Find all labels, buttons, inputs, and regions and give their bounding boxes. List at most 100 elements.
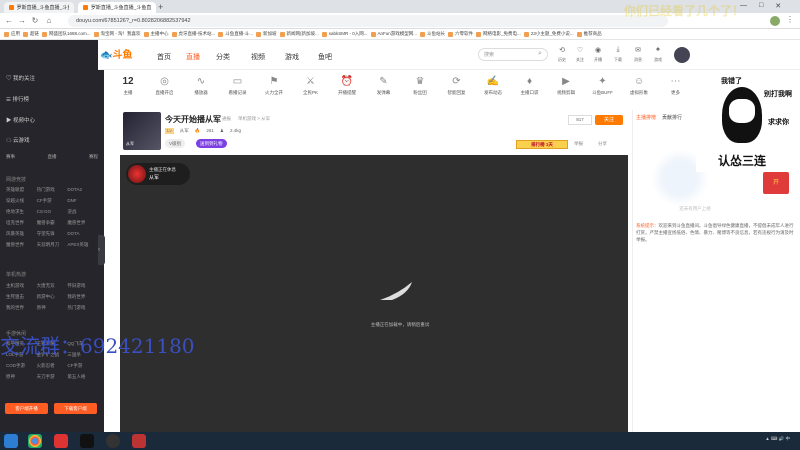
- sidebar-category-item[interactable]: 大唐无双: [37, 283, 68, 289]
- netease-music-icon[interactable]: [54, 434, 68, 448]
- bookmark-item[interactable]: 23小主题_免费小说...: [523, 31, 574, 37]
- category-tool-item[interactable]: ✎ 发弹幕: [366, 76, 402, 96]
- bookmark-item[interactable]: 网盛团队1688.com...: [42, 31, 91, 37]
- history-icon[interactable]: ⟲: [556, 46, 568, 54]
- bookmark-item[interactable]: 主播中心: [143, 31, 169, 37]
- category-tool-item[interactable]: ▶ 视频剪辑: [548, 76, 584, 96]
- bookmark-item[interactable]: 斗鱼站长: [420, 31, 445, 37]
- sidebar-category-item[interactable]: 魔兽世界: [6, 242, 37, 248]
- sidebar-category-item[interactable]: 原神: [6, 374, 37, 380]
- bookmark-item[interactable]: 推荐商品: [576, 31, 602, 37]
- sidebar-category-item[interactable]: APEX英雄: [67, 242, 98, 248]
- category-tool-item[interactable]: ♦ 主播口袋: [512, 76, 548, 96]
- bookmark-item[interactable]: 新加坡: [256, 31, 277, 37]
- reload-icon[interactable]: ↻: [30, 15, 40, 27]
- tab-anchor-rank[interactable]: 主播排榜: [636, 114, 656, 121]
- bookmark-item[interactable]: sabkSMR - 0入网...: [321, 31, 368, 37]
- bookmark-item[interactable]: AnFun游戏模型网...: [370, 31, 417, 37]
- category-tool-item[interactable]: ⏰ 开播提醒: [329, 76, 365, 96]
- tab-1[interactable]: 罗斯直播_斗鱼直播_斗鱼直播: [4, 2, 74, 13]
- sidebar-collapse-handle[interactable]: ‹: [98, 235, 105, 265]
- sidebar-category-item[interactable]: CF手游: [37, 198, 68, 204]
- sidebar-category-item[interactable]: DNF: [67, 198, 98, 204]
- forward-icon[interactable]: →: [17, 15, 27, 27]
- sidebar-category-item[interactable]: 生死狙击: [6, 294, 37, 300]
- heart-icon[interactable]: ♡: [574, 46, 586, 54]
- avatar[interactable]: [674, 47, 690, 63]
- client-live-button[interactable]: 客户端开播: [5, 403, 48, 414]
- download-client-button[interactable]: 下载客户端: [54, 403, 97, 414]
- bookmark-item[interactable]: 虎牙直播-技术站...: [171, 31, 215, 37]
- category-tool-item[interactable]: ✦ 斗鱼BUFF: [585, 76, 621, 96]
- sidebar-category-item[interactable]: 坦克世界: [6, 220, 37, 226]
- close-icon[interactable]: ✕: [775, 2, 781, 10]
- bookmark-item[interactable]: 六零软件: [448, 31, 473, 37]
- nav-yuba[interactable]: 鱼吧: [318, 52, 332, 62]
- profile-icon[interactable]: [770, 16, 780, 26]
- sidebar-category-item[interactable]: 绝地求生: [6, 209, 37, 215]
- douyu-icon[interactable]: [132, 434, 146, 448]
- sidebar-category-item[interactable]: 风暴英雄: [6, 231, 37, 237]
- red-envelope-icon[interactable]: 开: [763, 172, 789, 194]
- qq-icon[interactable]: [80, 434, 94, 448]
- nav-live[interactable]: 直播: [186, 52, 200, 62]
- sidebar-category-item[interactable]: 我的世界: [6, 305, 37, 311]
- streamer-name[interactable]: 从军: [180, 128, 189, 134]
- sidebar-category-item[interactable]: 穿越火线: [6, 198, 37, 204]
- site-logo[interactable]: 🐟斗鱼: [100, 46, 134, 64]
- sidebar-category-item[interactable]: CF手游: [67, 363, 98, 369]
- nav-category[interactable]: 分类: [216, 52, 230, 62]
- sidebar-category-item[interactable]: 天涯明月刀: [37, 242, 68, 248]
- game-icon[interactable]: ♠: [652, 46, 664, 53]
- sidebar-icon-schedule[interactable]: 赛程: [89, 154, 98, 160]
- room-category[interactable]: 单机游戏 > 从军: [238, 116, 270, 122]
- category-tool-item[interactable]: ⋯ 更多: [658, 76, 694, 96]
- sidebar-category-item[interactable]: 热门游戏: [37, 187, 68, 193]
- sidebar-category-item[interactable]: 第五人格: [67, 374, 98, 380]
- category-tool-item[interactable]: ⟳ 智能回复: [439, 76, 475, 96]
- sidebar-category-item[interactable]: 我的世界: [67, 294, 98, 300]
- sidebar-category-item[interactable]: DOTA2: [67, 187, 98, 193]
- bookmark-item[interactable]: 网络电影_免费电...: [476, 31, 521, 37]
- category-tool-item[interactable]: ∿ 播放器: [183, 76, 219, 96]
- bookmark-item[interactable]: 淘宝网 - 淘！我喜欢: [93, 31, 141, 37]
- sidebar-item-rank[interactable]: ☰ 排行榜: [6, 95, 29, 103]
- category-tool-item[interactable]: ⚑ 火力全开: [256, 76, 292, 96]
- sidebar-icon-live[interactable]: 直播: [48, 154, 57, 160]
- search-icon[interactable]: ⌕: [538, 50, 542, 58]
- new-tab-button[interactable]: +: [158, 2, 163, 12]
- sidebar-category-item[interactable]: 怀旧游戏: [67, 283, 98, 289]
- sidebar-category-item[interactable]: 主机游戏: [6, 283, 37, 289]
- sidebar-category-item[interactable]: 新游中心: [37, 294, 68, 300]
- home-icon[interactable]: ⌂: [44, 15, 54, 27]
- sidebar-category-item[interactable]: DOTA: [67, 231, 98, 237]
- tab-2[interactable]: 罗斯直播_斗鱼直播_斗鱼直播: [78, 2, 156, 13]
- sidebar-category-item[interactable]: 逆战: [67, 209, 98, 215]
- share-link[interactable]: 分享: [598, 141, 607, 147]
- menu-icon[interactable]: ⋮: [786, 15, 794, 24]
- url-input[interactable]: douyu.com/6785126?_r=0.8028206882537942: [68, 15, 668, 27]
- sidebar-item-follow[interactable]: ♡ 我的关注: [6, 74, 35, 82]
- video-player[interactable]: [120, 155, 628, 432]
- sidebar-icon-event[interactable]: 赛事: [6, 154, 15, 160]
- obs-icon[interactable]: [106, 434, 120, 448]
- download-icon[interactable]: ⤓: [612, 46, 624, 54]
- sidebar-category-item[interactable]: COD手游: [6, 363, 37, 369]
- sidebar-category-item[interactable]: CS:GO: [37, 209, 68, 215]
- sidebar-category-item[interactable]: 英雄联盟: [6, 187, 37, 193]
- nav-video[interactable]: 视频: [251, 52, 265, 62]
- nav-game[interactable]: 游戏: [285, 52, 299, 62]
- category-tool-item[interactable]: ⚔ 全民PK: [293, 76, 329, 96]
- sidebar-category-item[interactable]: 热门游戏: [67, 305, 98, 311]
- category-tool-item[interactable]: 12 主播: [110, 76, 146, 96]
- message-icon[interactable]: ✉: [632, 46, 644, 54]
- follow-button[interactable]: 关注: [595, 115, 623, 125]
- sidebar-item-cloudgame[interactable]: ☁ 云游戏: [6, 136, 30, 144]
- bookmark-item[interactable]: 斗鱼直播-斗...: [218, 31, 253, 37]
- sidebar-category-item[interactable]: 守望先锋: [37, 231, 68, 237]
- category-tool-item[interactable]: ♛ 粉丝团: [402, 76, 438, 96]
- sidebar-item-video[interactable]: ▶ 视频中心: [6, 116, 35, 124]
- camera-icon[interactable]: ◉: [592, 46, 604, 54]
- bookmark-item[interactable]: 超链: [23, 31, 39, 37]
- category-tool-item[interactable]: ☺ 虚拟形象: [621, 76, 657, 96]
